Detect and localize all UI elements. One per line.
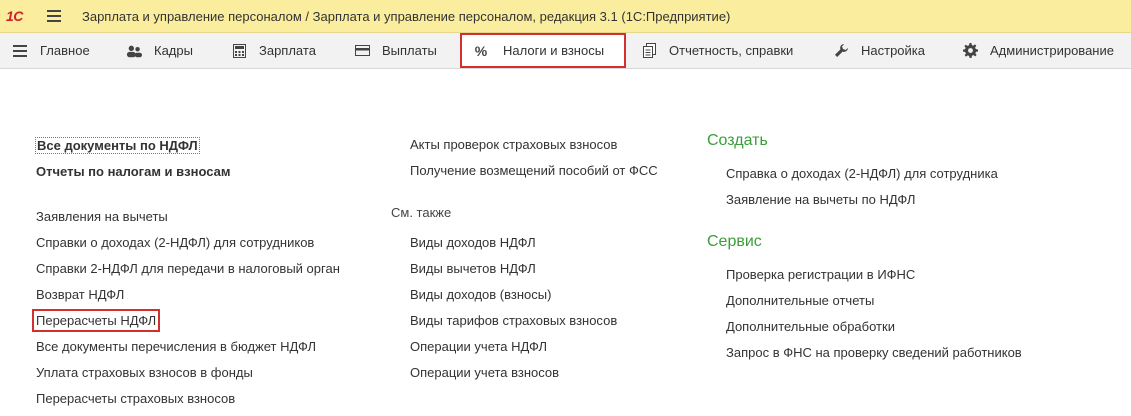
- section-salary[interactable]: Зарплата: [231, 33, 316, 68]
- gear-icon: [962, 43, 978, 59]
- link-contributions-accounting-ops[interactable]: Операции учета взносов: [410, 365, 559, 380]
- section-label: Зарплата: [259, 43, 316, 58]
- link-ndfl-refund[interactable]: Возврат НДФЛ: [36, 287, 124, 302]
- people-icon: [126, 43, 142, 59]
- section-label: Кадры: [154, 43, 193, 58]
- section-hr[interactable]: Кадры: [126, 33, 193, 68]
- link-deduction-applications[interactable]: Заявления на вычеты: [36, 209, 168, 224]
- section-main[interactable]: Главное: [12, 33, 90, 68]
- sections-panel: Главное Кадры Зарплата Выплаты % Налоги …: [0, 33, 1131, 69]
- link-insurance-tariff-types[interactable]: Виды тарифов страховых взносов: [410, 313, 617, 328]
- wrench-icon: [833, 43, 849, 59]
- link-ndfl-income-types[interactable]: Виды доходов НДФЛ: [410, 235, 536, 250]
- wallet-icon: [354, 43, 370, 59]
- link-fss-reimbursements[interactable]: Получение возмещений пособий от ФСС: [410, 163, 658, 178]
- main-menu-icon[interactable]: [47, 10, 61, 22]
- title-bar: 1С Зарплата и управление персоналом / За…: [0, 0, 1131, 33]
- percent-icon: %: [474, 42, 488, 59]
- link-create-deduction-application[interactable]: Заявление на вычеты по НДФЛ: [726, 192, 915, 207]
- link-income-certificates[interactable]: Справки о доходах (2-НДФЛ) для сотрудник…: [36, 235, 314, 250]
- link-ifns-registration-check[interactable]: Проверка регистрации в ИФНС: [726, 267, 915, 282]
- link-tax-reports[interactable]: Отчеты по налогам и взносам: [36, 164, 230, 179]
- link-ndfl-deduction-types[interactable]: Виды вычетов НДФЛ: [410, 261, 536, 276]
- section-label: Выплаты: [382, 43, 437, 58]
- link-additional-processing[interactable]: Дополнительные обработки: [726, 319, 895, 334]
- link-insurance-recalculations[interactable]: Перерасчеты страховых взносов: [36, 391, 235, 406]
- window-title: Зарплата и управление персоналом / Зарпл…: [82, 9, 731, 24]
- link-create-income-certificate[interactable]: Справка о доходах (2-НДФЛ) для сотрудник…: [726, 166, 998, 181]
- section-label: Настройка: [861, 43, 925, 58]
- section-label: Главное: [40, 43, 90, 58]
- link-ndfl-budget-transfers[interactable]: Все документы перечисления в бюджет НДФЛ: [36, 339, 316, 354]
- section-reports[interactable]: Отчетность, справки: [641, 33, 793, 68]
- section-taxes[interactable]: % Налоги и взносы: [460, 33, 626, 68]
- service-heading: Сервис: [707, 233, 762, 250]
- link-fns-employee-check-request[interactable]: Запрос в ФНС на проверку сведений работн…: [726, 345, 1022, 360]
- menu-icon: [12, 43, 28, 59]
- documents-icon: [641, 43, 657, 59]
- link-additional-reports[interactable]: Дополнительные отчеты: [726, 293, 874, 308]
- create-heading: Создать: [707, 132, 768, 149]
- app-logo: 1С: [6, 8, 23, 24]
- link-insurance-payments[interactable]: Уплата страховых взносов в фонды: [36, 365, 253, 380]
- section-settings[interactable]: Настройка: [833, 33, 925, 68]
- link-insurance-audit-acts[interactable]: Акты проверок страховых взносов: [410, 137, 617, 152]
- section-admin[interactable]: Администрирование: [962, 33, 1114, 68]
- section-label: Отчетность, справки: [669, 43, 794, 58]
- section-label: Администрирование: [990, 43, 1114, 58]
- link-ndfl-accounting-ops[interactable]: Операции учета НДФЛ: [410, 339, 547, 354]
- link-2ndfl-tax-office[interactable]: Справки 2-НДФЛ для передачи в налоговый …: [36, 261, 340, 276]
- link-ndfl-recalculations[interactable]: Перерасчеты НДФЛ: [31, 309, 161, 332]
- see-also-caption: См. также: [391, 205, 452, 220]
- link-all-ndfl-docs[interactable]: Все документы по НДФЛ: [35, 137, 200, 154]
- calculator-icon: [231, 43, 247, 59]
- link-income-types-contributions[interactable]: Виды доходов (взносы): [410, 287, 551, 302]
- section-label: Налоги и взносы: [503, 43, 605, 58]
- section-payments[interactable]: Выплаты: [354, 33, 437, 68]
